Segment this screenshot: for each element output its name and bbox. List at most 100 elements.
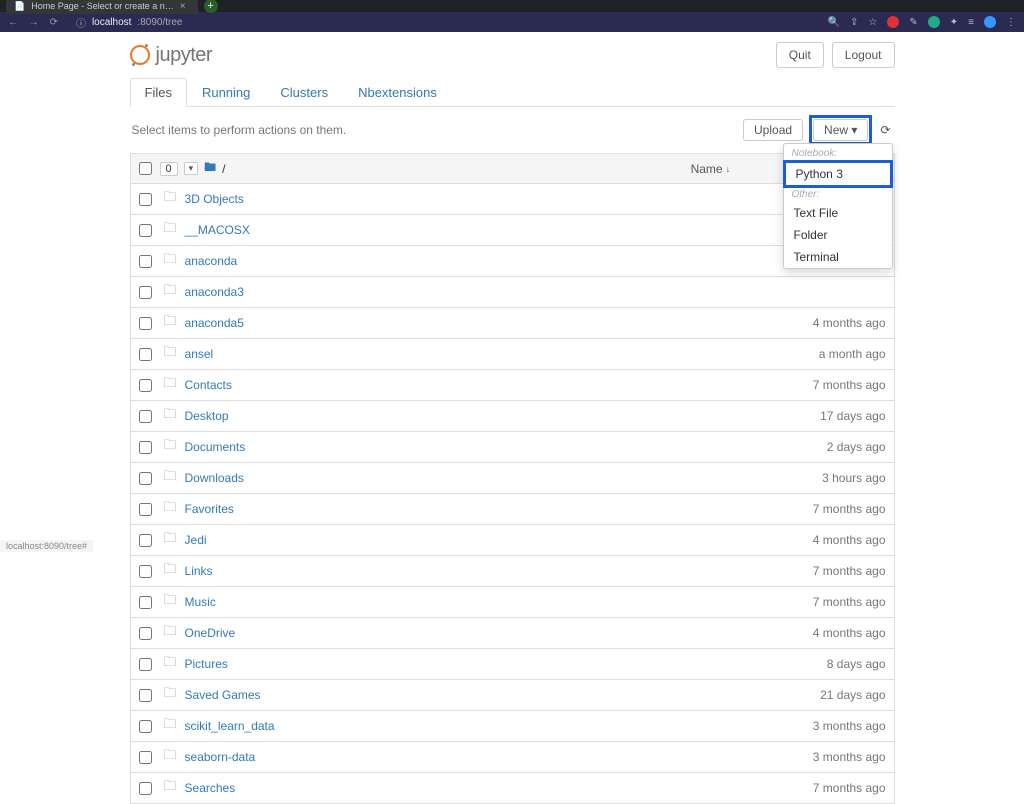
row-name[interactable]: Saved Games [185, 688, 261, 702]
row-name[interactable]: Desktop [185, 409, 229, 423]
row-name[interactable]: Jedi [185, 533, 207, 547]
folder-icon: 🗀 [164, 653, 177, 675]
row-name[interactable]: Documents [185, 440, 246, 454]
row-checkbox[interactable] [139, 224, 152, 237]
back-icon[interactable]: ← [8, 17, 18, 28]
row-name[interactable]: 3D Objects [185, 192, 244, 206]
row-checkbox[interactable] [139, 751, 152, 764]
row-name[interactable]: anaconda5 [185, 316, 244, 330]
row-checkbox[interactable] [139, 565, 152, 578]
row-name[interactable]: Music [185, 595, 216, 609]
row-checkbox[interactable] [139, 255, 152, 268]
new-terminal-item[interactable]: Terminal [784, 246, 892, 268]
row-checkbox[interactable] [139, 379, 152, 392]
tab-nbextensions[interactable]: Nbextensions [343, 78, 452, 106]
row-checkbox[interactable] [139, 441, 152, 454]
new-folder-item[interactable]: Folder [784, 224, 892, 246]
row-checkbox[interactable] [139, 503, 152, 516]
row-name[interactable]: OneDrive [185, 626, 236, 640]
new-textfile-item[interactable]: Text File [784, 202, 892, 224]
tab-running[interactable]: Running [187, 78, 265, 106]
puzzle-icon[interactable]: ✦ [950, 17, 958, 28]
row-name[interactable]: scikit_learn_data [185, 719, 275, 733]
browser-tab[interactable]: 📄 Home Page - Select or create a n… × [6, 0, 198, 14]
select-all-checkbox[interactable] [139, 162, 152, 175]
row-modified: 8 days ago [827, 657, 886, 671]
table-row: 🗀Saved Games21 days ago [130, 680, 895, 711]
row-checkbox[interactable] [139, 689, 152, 702]
folder-icon[interactable]: 🖿 [204, 158, 216, 179]
refresh-icon[interactable]: ⟳ [878, 121, 892, 139]
star-icon[interactable]: ☆ [868, 17, 877, 28]
folder-icon: 🗀 [164, 188, 177, 210]
profile-icon[interactable] [984, 16, 996, 28]
folder-icon: 🗀 [164, 405, 177, 427]
sort-by-name[interactable]: Name ↓ [691, 162, 731, 176]
site-info-icon[interactable]: ⓘ [76, 15, 86, 30]
table-row: 🗀ansela month ago [130, 339, 895, 370]
upload-button[interactable]: Upload [743, 119, 803, 141]
tab-files[interactable]: Files [130, 78, 187, 107]
row-checkbox[interactable] [139, 534, 152, 547]
action-row: Select items to perform actions on them.… [130, 107, 895, 153]
row-checkbox[interactable] [139, 782, 152, 795]
jupyter-brand-text: jupyter [156, 44, 213, 67]
row-checkbox[interactable] [139, 348, 152, 361]
row-name[interactable]: Links [185, 564, 213, 578]
dropdown-section-notebook: Notebook: [784, 144, 892, 161]
reload-icon[interactable]: ⟳ [50, 17, 58, 28]
quit-button[interactable]: Quit [776, 42, 824, 68]
list-icon[interactable]: ≡ [968, 17, 974, 28]
breadcrumb-root[interactable]: / [222, 162, 225, 176]
jupyter-logo[interactable]: jupyter [130, 44, 213, 67]
folder-icon: 🗀 [164, 746, 177, 768]
url-bar[interactable]: ⓘ localhost:8090/tree [76, 15, 818, 30]
close-icon[interactable]: × [180, 1, 186, 12]
row-name[interactable]: ansel [185, 347, 214, 361]
new-python3-item[interactable]: Python 3 [783, 160, 893, 188]
row-name[interactable]: Favorites [185, 502, 234, 516]
forward-icon[interactable]: → [29, 17, 39, 28]
row-checkbox[interactable] [139, 720, 152, 733]
row-name[interactable]: Searches [185, 781, 236, 795]
table-row: 🗀__MACOSX [130, 215, 895, 246]
row-name[interactable]: Pictures [185, 657, 228, 671]
new-tab-button[interactable]: + [204, 0, 218, 13]
extension-icon[interactable] [928, 16, 940, 28]
row-checkbox[interactable] [139, 596, 152, 609]
row-checkbox[interactable] [139, 193, 152, 206]
row-modified: 2 days ago [827, 440, 886, 454]
row-name[interactable]: Contacts [185, 378, 232, 392]
share-icon[interactable]: ⇪ [850, 17, 858, 28]
tab-clusters[interactable]: Clusters [265, 78, 343, 106]
selection-dropdown-icon[interactable]: ▾ [184, 162, 199, 175]
table-row: 🗀Downloads3 hours ago [130, 463, 895, 494]
edit-icon[interactable]: ✎ [909, 17, 917, 28]
row-modified: 7 months ago [813, 595, 886, 609]
row-checkbox[interactable] [139, 472, 152, 485]
row-checkbox[interactable] [139, 286, 152, 299]
folder-icon: 🗀 [164, 622, 177, 644]
folder-icon: 🗀 [164, 312, 177, 334]
selection-count: 0 [160, 162, 178, 176]
jupyter-icon [130, 45, 150, 65]
row-name[interactable]: anaconda [185, 254, 238, 268]
menu-icon[interactable]: ⋮ [1006, 17, 1016, 28]
row-checkbox[interactable] [139, 410, 152, 423]
table-row: 🗀anaconda [130, 246, 895, 277]
folder-icon: 🗀 [164, 374, 177, 396]
row-name[interactable]: Downloads [185, 471, 244, 485]
row-checkbox[interactable] [139, 658, 152, 671]
search-icon[interactable]: 🔍 [828, 17, 840, 28]
row-name[interactable]: __MACOSX [185, 223, 250, 237]
row-checkbox[interactable] [139, 627, 152, 640]
row-checkbox[interactable] [139, 317, 152, 330]
folder-icon: 🗀 [164, 281, 177, 303]
row-modified: 17 days ago [820, 409, 885, 423]
row-name[interactable]: seaborn-data [185, 750, 256, 764]
logout-button[interactable]: Logout [832, 42, 895, 68]
extension-icon[interactable] [887, 16, 899, 28]
new-button[interactable]: New ▾ [813, 119, 868, 141]
row-name[interactable]: anaconda3 [185, 285, 244, 299]
table-row: 🗀Music7 months ago [130, 587, 895, 618]
